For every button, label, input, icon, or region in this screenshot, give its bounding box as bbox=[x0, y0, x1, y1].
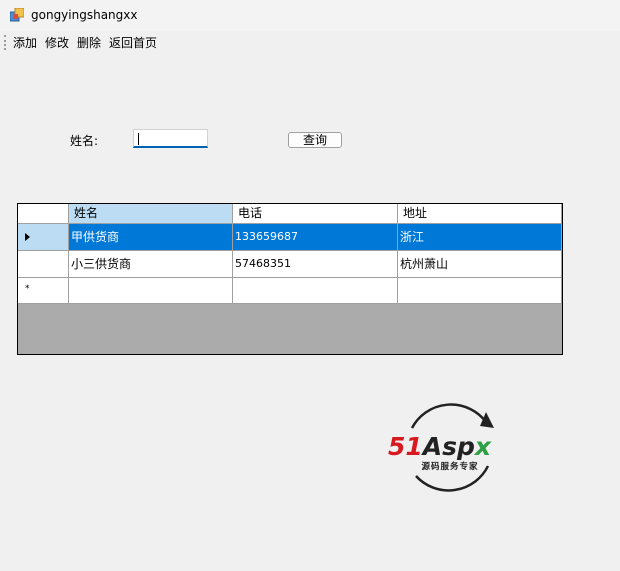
menu-item-delete[interactable]: 删除 bbox=[77, 34, 101, 51]
name-label: 姓名: bbox=[70, 134, 99, 148]
new-row-cell-name[interactable] bbox=[69, 278, 233, 304]
text-caret bbox=[138, 133, 139, 145]
name-input[interactable] bbox=[133, 129, 208, 148]
cell-address[interactable]: 杭州萧山 bbox=[398, 251, 562, 278]
cell-address[interactable]: 浙江 bbox=[398, 224, 562, 251]
window-title: gongyingshangxx bbox=[31, 8, 138, 22]
current-row-arrow-icon bbox=[25, 233, 30, 241]
grid-corner-header[interactable] bbox=[18, 204, 69, 224]
logo-tagline: 源码服务专家 bbox=[421, 461, 478, 472]
menu-item-add[interactable]: 添加 bbox=[13, 34, 37, 51]
app-icon bbox=[10, 8, 24, 22]
search-button[interactable]: 查询 bbox=[288, 132, 342, 148]
menu-item-edit[interactable]: 修改 bbox=[45, 34, 69, 51]
new-row-cell-phone[interactable] bbox=[233, 278, 398, 304]
cell-phone[interactable]: 133659687 bbox=[233, 224, 398, 251]
cell-phone[interactable]: 57468351 bbox=[233, 251, 398, 278]
new-row-marker: * bbox=[25, 284, 30, 294]
row-header-new[interactable]: * bbox=[18, 278, 69, 304]
row-header[interactable] bbox=[18, 251, 69, 278]
menu-item-back-home[interactable]: 返回首页 bbox=[109, 34, 157, 51]
logo-wordmark: 51Aspx bbox=[388, 432, 492, 461]
cell-name[interactable]: 小三供货商 bbox=[69, 251, 233, 278]
column-header-name[interactable]: 姓名 bbox=[69, 204, 233, 224]
title-bar: gongyingshangxx bbox=[0, 0, 620, 31]
column-header-address[interactable]: 地址 bbox=[398, 204, 562, 224]
toolstrip-grip[interactable] bbox=[4, 35, 8, 50]
new-row-cell-address[interactable] bbox=[398, 278, 562, 304]
cell-name[interactable]: 甲供货商 bbox=[69, 224, 233, 251]
data-grid[interactable]: 姓名 电话 地址 甲供货商 133659687 浙江 小三供货商 5746835… bbox=[17, 203, 563, 355]
column-header-phone[interactable]: 电话 bbox=[233, 204, 398, 224]
brand-logo: 51Aspx 源码服务专家 bbox=[388, 403, 494, 492]
row-header-current[interactable] bbox=[18, 224, 69, 251]
